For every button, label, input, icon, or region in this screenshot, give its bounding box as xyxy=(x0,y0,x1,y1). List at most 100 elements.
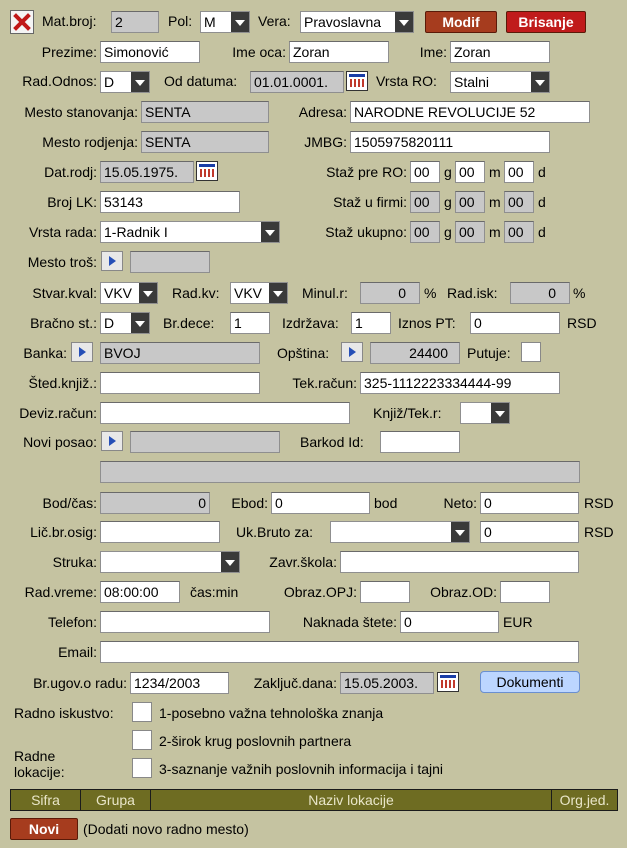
uk-bruto-select[interactable] xyxy=(330,521,470,543)
brisanje-button[interactable]: Brisanje xyxy=(506,11,586,33)
email-field[interactable] xyxy=(100,641,579,663)
vrsta-rada-select[interactable]: 1-Radnik I xyxy=(100,221,280,243)
opstina-label: Opština: xyxy=(277,345,330,361)
knjiz-select[interactable] xyxy=(460,402,510,424)
rsd-unit: RSD xyxy=(567,315,597,331)
column-header-org-jed[interactable]: Org.jed. xyxy=(552,790,617,810)
m-unit: m xyxy=(489,224,501,240)
banka-field[interactable]: BVOJ xyxy=(100,342,260,364)
obraz-od-field[interactable] xyxy=(500,581,550,603)
rad-kv-select[interactable]: VKV xyxy=(230,282,288,304)
novi-button[interactable]: Novi xyxy=(10,818,78,840)
zakljuc-field[interactable]: 15.05.2003. xyxy=(340,672,434,694)
pol-select[interactable]: M xyxy=(200,11,250,33)
broj-lk-field[interactable]: 53143 xyxy=(100,191,240,213)
staz-pre-d-field[interactable]: 00 xyxy=(504,161,534,183)
prezime-field[interactable]: Simonović xyxy=(100,41,200,63)
mat-broj-field[interactable]: 2 xyxy=(111,11,159,33)
uk-bruto-field[interactable]: 0 xyxy=(480,521,579,543)
rad-vreme-field[interactable]: 08:00:00 xyxy=(100,581,180,603)
opstina-field[interactable]: 24400 xyxy=(370,342,460,364)
rad-kv-label: Rad.kv: xyxy=(172,285,220,301)
ebod-field[interactable]: 0 xyxy=(271,492,370,514)
zavr-skola-field[interactable] xyxy=(340,551,579,573)
staz-pre-m-field[interactable]: 00 xyxy=(455,161,485,183)
obraz-opj-field[interactable] xyxy=(360,581,410,603)
arrow-right-icon[interactable] xyxy=(71,342,93,362)
iskustvo-1-checkbox[interactable] xyxy=(132,702,152,722)
zakljuc-label: Zaključ.dana: xyxy=(253,675,337,691)
ime-field[interactable]: Zoran xyxy=(450,41,550,63)
staz-pre-g-field[interactable]: 00 xyxy=(410,161,440,183)
tek-racun-field[interactable]: 325-1112223334444-99 xyxy=(360,372,560,394)
column-header-naziv-lokacije[interactable]: Naziv lokacije xyxy=(151,790,552,810)
column-header-sifra[interactable]: Sifra xyxy=(11,790,81,810)
deviz-field[interactable] xyxy=(100,402,350,424)
obraz-opj-label: Obraz.OPJ: xyxy=(283,584,357,600)
rad-odnos-select[interactable]: D xyxy=(100,71,150,93)
iznos-pt-label: Iznos PT: xyxy=(398,315,456,331)
close-icon[interactable] xyxy=(10,10,34,34)
arrow-right-icon[interactable] xyxy=(101,251,123,271)
rad-odnos-value: D xyxy=(104,74,115,90)
jmbg-field[interactable]: 1505975820111 xyxy=(350,131,550,153)
d-unit: d xyxy=(538,194,546,210)
ime-oca-field[interactable]: Zoran xyxy=(289,41,389,63)
vrsta-rada-label: Vrsta rada: xyxy=(29,224,97,240)
barkod-field[interactable] xyxy=(380,431,460,453)
chevron-down-icon xyxy=(451,522,469,542)
mesto-tros-field[interactable] xyxy=(130,251,210,273)
m-unit: m xyxy=(489,164,501,180)
vrsta-ro-select[interactable]: Stalni xyxy=(450,71,550,93)
calendar-icon[interactable] xyxy=(437,672,459,692)
iskustvo-3-checkbox[interactable] xyxy=(132,758,152,778)
ime-oca-label: Ime oca: xyxy=(232,44,286,60)
br-dece-field[interactable]: 1 xyxy=(230,312,270,334)
vera-select[interactable]: Pravoslavna xyxy=(300,11,414,33)
vrsta-rada-value: 1-Radnik I xyxy=(104,224,168,240)
mesto-stanovanja-field[interactable]: SENTA xyxy=(141,101,269,123)
neto-field[interactable]: 0 xyxy=(480,492,579,514)
staz-uk-m-field: 00 xyxy=(455,221,485,243)
banka-label: Banka: xyxy=(23,345,67,361)
column-header-grupa[interactable]: Grupa xyxy=(81,790,151,810)
ime-label: Ime: xyxy=(419,44,447,60)
naknada-field[interactable]: 0 xyxy=(400,611,499,633)
iskustvo-2-checkbox[interactable] xyxy=(132,730,152,750)
dokumenti-button[interactable]: Dokumenti xyxy=(480,671,580,693)
sted-field[interactable] xyxy=(100,372,260,394)
novi-posao-field[interactable] xyxy=(130,431,280,453)
lic-br-label: Lič.br.osig: xyxy=(30,524,97,540)
d-unit: d xyxy=(538,224,546,240)
br-ugov-field[interactable]: 1234/2003 xyxy=(130,672,229,694)
lic-br-field[interactable] xyxy=(100,521,220,543)
calendar-icon[interactable] xyxy=(346,71,368,91)
obraz-od-label: Obraz.OD: xyxy=(430,584,497,600)
calendar-icon[interactable] xyxy=(196,161,218,181)
pol-label: Pol: xyxy=(168,13,193,29)
arrow-right-icon[interactable] xyxy=(101,431,123,451)
adresa-field[interactable]: NARODNE REVOLUCIJE 52 xyxy=(350,101,590,123)
dat-rodj-field[interactable]: 15.05.1975. xyxy=(100,161,194,183)
arrow-right-icon[interactable] xyxy=(341,342,363,362)
od-datuma-field[interactable]: 01.01.0001. xyxy=(250,71,344,93)
pol-value: M xyxy=(204,14,216,30)
struka-select[interactable] xyxy=(100,551,240,573)
stvar-kval-select[interactable]: VKV xyxy=(100,282,158,304)
bracno-select[interactable]: D xyxy=(100,312,150,334)
chevron-down-icon xyxy=(139,283,157,303)
iznos-pt-field[interactable]: 0 xyxy=(470,312,560,334)
putuje-checkbox[interactable] xyxy=(521,342,541,362)
d-unit: d xyxy=(538,164,546,180)
novi-posao-description xyxy=(100,461,580,483)
chevron-down-icon xyxy=(531,72,549,92)
staz-uk-d-field: 00 xyxy=(504,221,534,243)
modif-button[interactable]: Modif xyxy=(425,11,497,33)
radno-iskustvo-label: Radno iskustvo: xyxy=(14,705,114,721)
adresa-label: Adresa: xyxy=(298,104,347,120)
minul-label: Minul.r: xyxy=(302,285,348,301)
bracno-value: D xyxy=(104,315,115,331)
mesto-rodjenja-field[interactable]: SENTA xyxy=(141,131,269,153)
telefon-field[interactable] xyxy=(100,611,270,633)
izdrzava-field[interactable]: 1 xyxy=(351,312,391,334)
